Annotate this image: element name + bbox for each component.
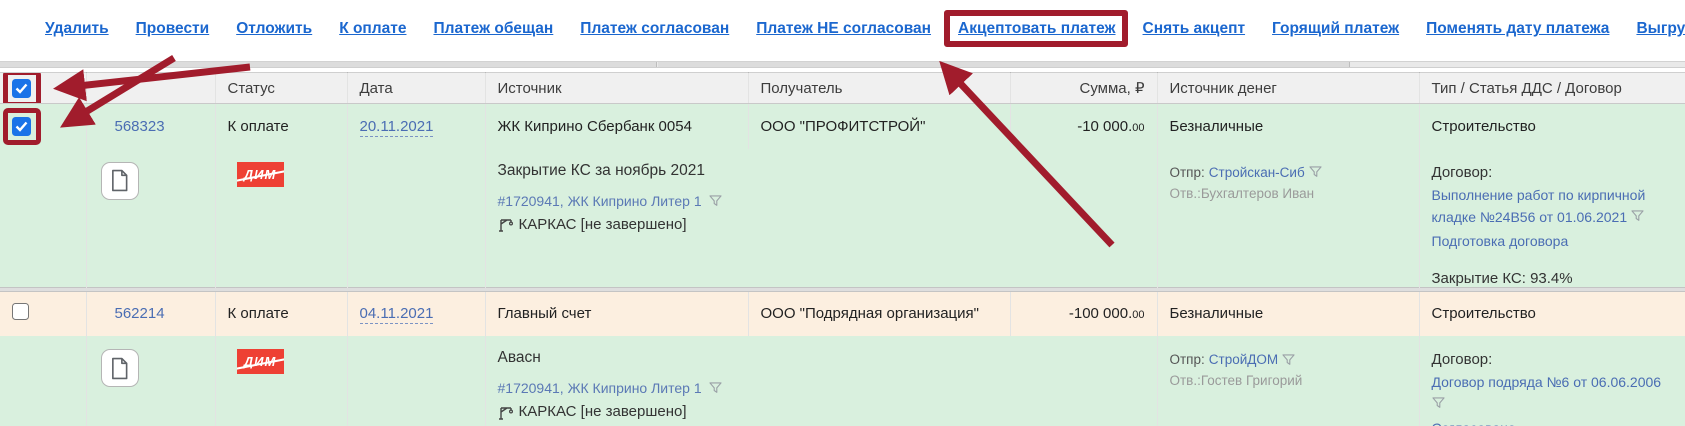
header-recipient: Получатель xyxy=(748,73,1010,104)
action-remove-accept[interactable]: Снять акцепт xyxy=(1143,20,1246,38)
horizontal-scrollbar[interactable] xyxy=(0,61,1685,68)
payment-amount: -100 000.00 xyxy=(1010,291,1157,336)
dim-badge: ДИМ xyxy=(237,349,284,374)
filter-icon[interactable] xyxy=(709,382,722,394)
actions-toolbar: Удалить Провести Отложить К оплате Плате… xyxy=(0,0,1685,58)
row-select-cell xyxy=(0,104,86,149)
action-export-xls[interactable]: Выгрузить в XLS xyxy=(1636,20,1685,38)
payment-description: Авасн xyxy=(498,349,1157,367)
payment-id-link[interactable]: 562214 xyxy=(115,305,165,322)
details-empty-cell xyxy=(347,149,485,288)
sender-link[interactable]: Стройскан-Сиб xyxy=(1209,162,1305,183)
payment-id-link[interactable]: 568323 xyxy=(115,118,165,135)
filter-icon[interactable] xyxy=(1631,210,1644,222)
object-link[interactable]: #1720941, ЖК Киприно Литер 1 xyxy=(498,380,702,396)
header-number xyxy=(86,73,215,104)
contract-link[interactable]: Договор подряда №6 от 06.06.2006 xyxy=(1432,374,1662,390)
details-empty-cell xyxy=(0,336,86,426)
sender-label: Отпр: xyxy=(1170,162,1205,183)
payment-row-568323: 568323 К оплате 20.11.2021 ЖК Киприно Сб… xyxy=(0,104,1685,149)
payment-money-source: Безналичные xyxy=(1157,291,1419,336)
contract-label: Договор: xyxy=(1432,349,1685,371)
details-empty-cell xyxy=(347,336,485,426)
responsible-label: Отв.:Бухгалтеров Иван xyxy=(1170,183,1419,204)
contract-status-link[interactable]: Согласовано xyxy=(1432,420,1516,426)
header-status: Статус xyxy=(215,73,347,104)
filter-icon[interactable] xyxy=(1432,397,1445,409)
payment-date-link[interactable]: 20.11.2021 xyxy=(360,118,434,137)
select-all-annotation-box xyxy=(12,79,31,98)
sender-link[interactable]: СтройДОМ xyxy=(1209,349,1278,370)
payment-details-row-562214: ДИМ Авасн #1720941, ЖК Киприно Литер 1 К… xyxy=(0,336,1685,426)
crane-icon xyxy=(498,216,514,232)
row-select-cell xyxy=(0,291,86,336)
filter-icon[interactable] xyxy=(709,195,722,207)
document-icon xyxy=(110,357,129,380)
table-header-row: Статус Дата Источник Получатель Сумма, ₽… xyxy=(0,73,1685,104)
payment-type: Строительство xyxy=(1419,104,1685,149)
row-checkbox[interactable] xyxy=(12,303,29,320)
document-button[interactable] xyxy=(101,162,139,200)
payment-description: Закрытие КС за ноябрь 2021 xyxy=(498,162,1157,180)
select-all-checkbox[interactable] xyxy=(12,79,31,98)
payment-status: К оплате xyxy=(215,104,347,149)
payment-source: ЖК Киприно Сбербанк 0054 xyxy=(485,104,748,149)
payment-money-source: Безналичные xyxy=(1157,104,1419,149)
closing-percent: Закрытие КС: 93.4% xyxy=(1432,270,1685,287)
details-empty-cell xyxy=(0,149,86,288)
payment-source: Главный счет xyxy=(485,291,748,336)
document-button[interactable] xyxy=(101,349,139,387)
payment-row-562214: 562214 К оплате 04.11.2021 Главный счет … xyxy=(0,291,1685,336)
sender-label: Отпр: xyxy=(1170,349,1205,370)
payment-details-row-568323: ДИМ Закрытие КС за ноябрь 2021 #1720941,… xyxy=(0,149,1685,288)
header-type: Тип / Статья ДДС / Договор xyxy=(1419,73,1685,104)
payment-recipient: ООО "Подрядная организация" xyxy=(748,291,1010,336)
action-postpone[interactable]: Отложить xyxy=(236,20,312,38)
action-accept-payment[interactable]: Акцептовать платеж xyxy=(958,20,1116,38)
action-payment-promised[interactable]: Платеж обещан xyxy=(433,20,553,38)
scrollbar-thumb[interactable] xyxy=(0,62,657,67)
document-icon xyxy=(110,169,129,192)
contract-label: Договор: xyxy=(1432,162,1685,184)
header-source: Источник xyxy=(485,73,748,104)
stage-label: КАРКАС [не завершено] xyxy=(519,216,687,233)
row-checkbox[interactable] xyxy=(12,117,31,136)
payment-date-link[interactable]: 04.11.2021 xyxy=(360,305,434,324)
filter-icon[interactable] xyxy=(1282,354,1295,366)
payments-page: Удалить Провести Отложить К оплате Плате… xyxy=(0,0,1685,426)
payment-amount: -10 000.00 xyxy=(1010,104,1157,149)
action-post[interactable]: Провести xyxy=(136,20,210,38)
payment-status: К оплате xyxy=(215,291,347,336)
action-payment-not-agreed[interactable]: Платеж НЕ согласован xyxy=(756,20,931,38)
checkmark-icon xyxy=(15,83,28,94)
payments-table: Статус Дата Источник Получатель Сумма, ₽… xyxy=(0,72,1685,426)
dim-badge: ДИМ xyxy=(237,162,284,187)
header-select-all-cell xyxy=(0,73,86,104)
object-link[interactable]: #1720941, ЖК Киприно Литер 1 xyxy=(498,193,702,209)
header-date: Дата xyxy=(347,73,485,104)
payment-type: Строительство xyxy=(1419,291,1685,336)
action-delete[interactable]: Удалить xyxy=(45,20,109,38)
contract-link[interactable]: Выполнение работ по кирпичной кладке №24… xyxy=(1432,187,1646,225)
contract-status-link[interactable]: Подготовка договора xyxy=(1432,233,1569,249)
responsible-label: Отв.:Гостев Григорий xyxy=(1170,370,1419,391)
row1-annotation-box xyxy=(12,117,31,136)
header-amount: Сумма, ₽ xyxy=(1010,73,1157,104)
action-urgent-payment[interactable]: Горящий платеж xyxy=(1272,20,1399,38)
action-to-pay[interactable]: К оплате xyxy=(339,20,406,38)
stage-label: КАРКАС [не завершено] xyxy=(519,403,687,420)
filter-icon[interactable] xyxy=(1309,166,1322,178)
action-change-payment-date[interactable]: Поменять дату платежа xyxy=(1426,20,1609,38)
action-payment-agreed[interactable]: Платеж согласован xyxy=(580,20,729,38)
checkmark-icon xyxy=(15,121,28,132)
payment-recipient: ООО "ПРОФИТСТРОЙ" xyxy=(748,104,1010,149)
header-money-source: Источник денег xyxy=(1157,73,1419,104)
scrollbar-thumb[interactable] xyxy=(658,62,1350,67)
crane-icon xyxy=(498,404,514,420)
